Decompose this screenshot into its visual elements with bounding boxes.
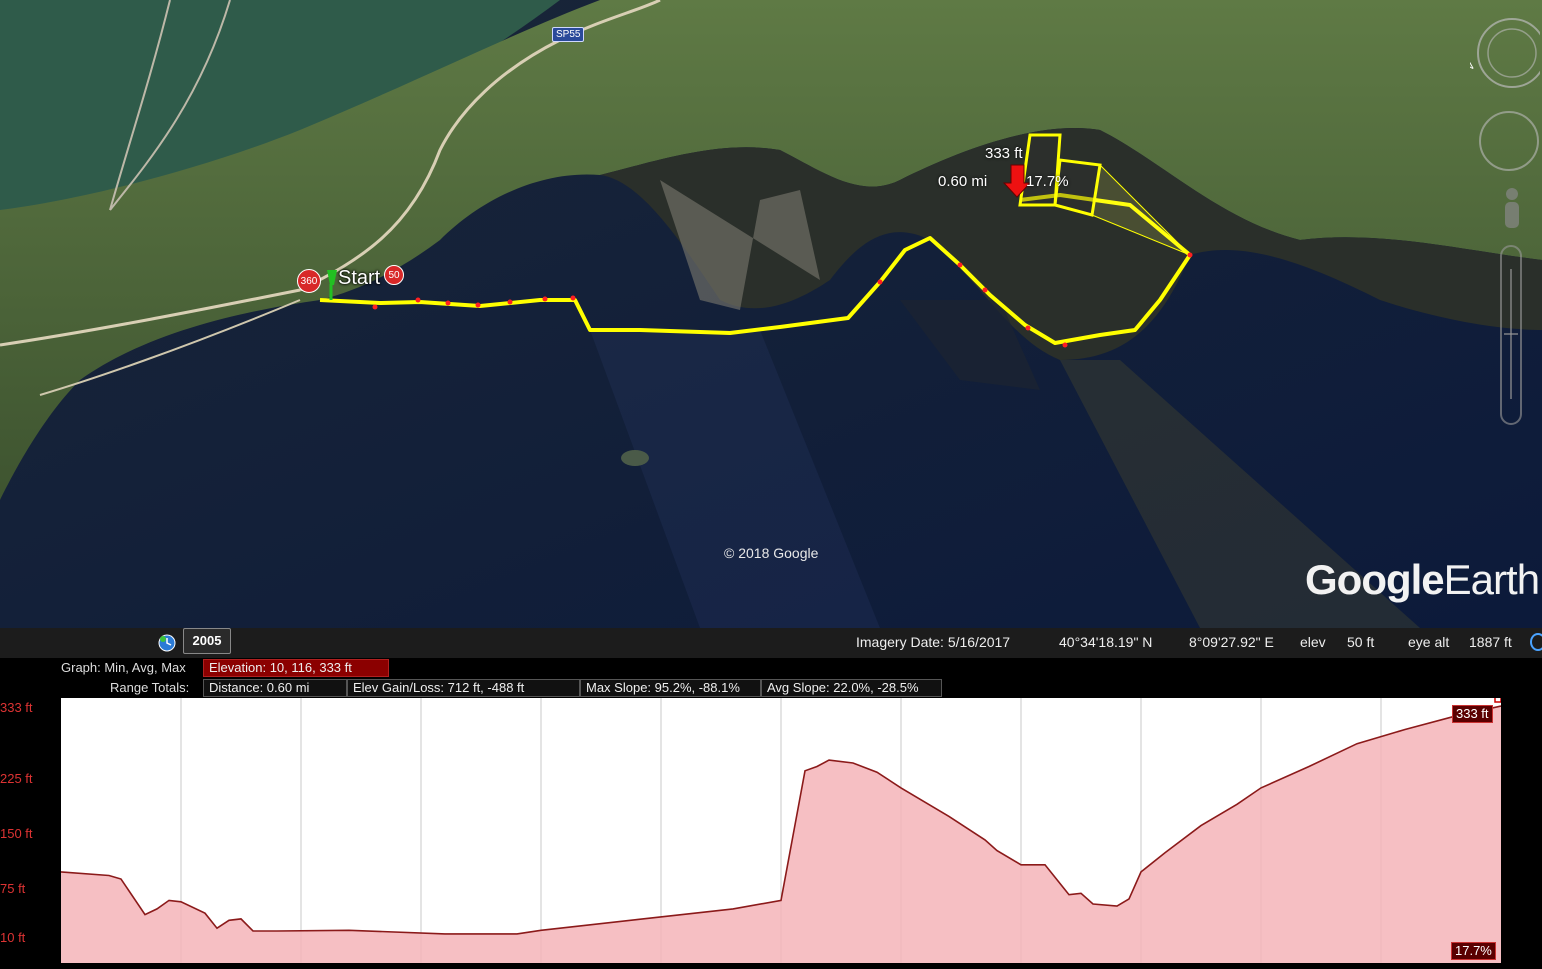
copyright-text: © 2018 Google xyxy=(724,545,819,561)
y-tick-label: 150 ft xyxy=(0,826,33,841)
speed-limit-badge: 50 xyxy=(384,265,404,285)
imagery-year-button[interactable]: 2005 xyxy=(183,628,231,654)
end-elevation-badge: 333 ft xyxy=(1452,705,1493,723)
eye-alt-value: 1887 ft xyxy=(1469,634,1512,650)
marker-elevation-label: 333 ft xyxy=(985,145,1023,162)
svg-text:N: N xyxy=(1470,60,1476,74)
imagery-date: Imagery Date: 5/16/2017 xyxy=(856,634,1011,650)
marker-distance-label: 0.60 mi xyxy=(938,173,988,190)
graph-label: Graph: Min, Avg, Max xyxy=(61,660,186,675)
compass-icon[interactable]: N xyxy=(1470,8,1540,98)
street-view-person-icon[interactable] xyxy=(1500,186,1524,236)
google-earth-window: SP55 360 50 Start 333 ft 0.60 mi 17.7% ©… xyxy=(0,0,1542,969)
start-placemark-label[interactable]: Start xyxy=(338,267,380,290)
elevation-chart[interactable] xyxy=(61,698,1501,963)
speed-limit-badge: 360 xyxy=(297,269,321,293)
google-earth-logo: GoogleEarth xyxy=(1305,556,1540,603)
elevation-stat[interactable]: Elevation: 10, 116, 333 ft xyxy=(203,659,389,677)
historical-imagery-icon[interactable] xyxy=(157,633,177,653)
zoom-slider[interactable] xyxy=(1498,244,1524,426)
y-tick-label: 75 ft xyxy=(0,881,26,896)
satellite-terrain xyxy=(0,0,1542,628)
eye-alt-label: eye alt xyxy=(1408,634,1450,650)
y-tick-label: 10 ft xyxy=(0,930,26,945)
road-label: SP55 xyxy=(552,27,585,42)
longitude-readout: 8°09'27.92" E xyxy=(1189,634,1274,650)
avg-slope-stat[interactable]: Avg Slope: 22.0%, -28.5% xyxy=(761,679,942,697)
status-bar: 2005 Imagery Date: 5/16/2017 40°34'18.19… xyxy=(0,628,1542,658)
y-tick-label: 333 ft xyxy=(0,700,33,715)
y-tick-label: 225 ft xyxy=(0,771,33,786)
latitude-readout: 40°34'18.19" N xyxy=(1059,634,1153,650)
elev-gain-loss-stat[interactable]: Elev Gain/Loss: 712 ft, -488 ft xyxy=(347,679,580,697)
elev-value: 50 ft xyxy=(1347,634,1375,650)
distance-stat[interactable]: Distance: 0.60 mi xyxy=(203,679,347,697)
map-viewport[interactable]: SP55 360 50 Start 333 ft 0.60 mi 17.7% ©… xyxy=(0,0,1542,628)
range-totals-label: Range Totals: xyxy=(110,680,190,695)
look-joystick-icon[interactable] xyxy=(1478,110,1540,172)
marker-slope-label: 17.7% xyxy=(1026,173,1069,190)
elevation-profile-panel: Graph: Min, Avg, Max Elevation: 10, 116,… xyxy=(0,658,1542,969)
max-slope-stat[interactable]: Max Slope: 95.2%, -88.1% xyxy=(580,679,761,697)
loading-icon xyxy=(1530,633,1542,651)
elev-label: elev xyxy=(1300,634,1326,650)
end-slope-badge: 17.7% xyxy=(1451,942,1496,960)
